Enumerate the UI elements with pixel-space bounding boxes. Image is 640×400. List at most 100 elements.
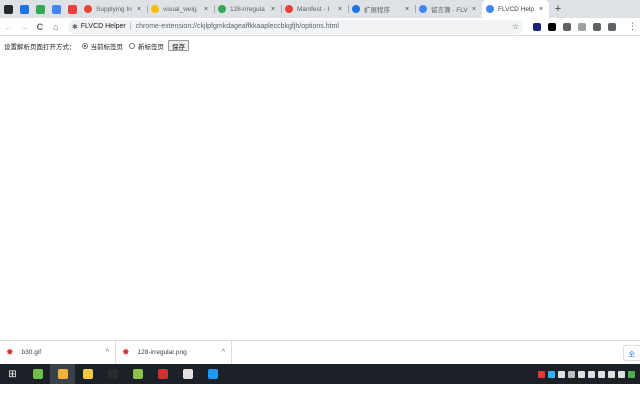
browser-toolbar: ← → C ⌂ ✱ FLVCD Helper | chrome-extensio… <box>0 18 640 36</box>
app-5-icon <box>132 369 143 379</box>
taskbar-app-5[interactable] <box>125 364 150 384</box>
tab-title: 扩展程序 <box>364 7 390 14</box>
tab-icon-red-icon <box>67 4 77 14</box>
app-8-icon <box>207 369 218 379</box>
pinned-tab-tab-icon-green[interactable] <box>32 0 48 18</box>
taskbar-app-4[interactable] <box>100 364 125 384</box>
start-button[interactable]: ⊞ <box>0 364 25 384</box>
close-icon[interactable]: × <box>470 6 478 13</box>
download-filename: b30.gif <box>21 349 42 356</box>
app-6-icon <box>157 369 168 379</box>
tab-title: 留言簿 - FLV <box>431 7 468 14</box>
tray-icon-1[interactable] <box>546 364 556 384</box>
ext-6-icon[interactable] <box>604 18 619 36</box>
taskbar-app-2[interactable] <box>50 364 75 384</box>
ext-2-icon[interactable] <box>544 18 559 36</box>
close-icon[interactable]: × <box>537 6 545 13</box>
tab-4[interactable]: 扩展程序 × <box>348 0 415 18</box>
favicon-icon <box>352 5 360 13</box>
download-shelf: ✸ b30.gif ^ ✸ 128-irregular.png ^ 全 <box>0 340 640 365</box>
tray-icon-5[interactable] <box>586 364 596 384</box>
tray-icon-8[interactable] <box>616 364 626 384</box>
download-filename: 128-irregular.png <box>137 349 187 356</box>
app-7-icon <box>182 369 193 379</box>
open-mode-label: 设置解析页面打开方式： <box>4 43 76 51</box>
new-tab-button[interactable]: + <box>549 0 567 18</box>
chevron-up-icon[interactable]: ^ <box>106 349 109 356</box>
bookmark-star-icon[interactable]: ☆ <box>512 22 519 31</box>
close-icon[interactable]: × <box>336 6 344 13</box>
favicon-icon <box>419 5 427 13</box>
tab-icon-green-icon <box>35 4 45 14</box>
close-icon[interactable]: × <box>202 6 210 13</box>
app-3-icon <box>82 369 93 379</box>
file-type-icon: ✸ <box>122 347 130 357</box>
tab-title: Supplying In <box>96 5 132 13</box>
back-button[interactable]: ← <box>0 18 16 36</box>
favicon-icon <box>218 5 226 13</box>
tab-5[interactable]: 留言簿 - FLV × <box>415 0 482 18</box>
radio-new-tab[interactable] <box>129 42 135 49</box>
extensions-bar <box>529 18 619 36</box>
ext-5-icon[interactable] <box>589 18 604 36</box>
ext-3-icon[interactable] <box>559 18 574 36</box>
close-icon[interactable]: × <box>403 6 411 13</box>
pinned-tab-tab-icon-lightblue[interactable] <box>48 0 64 18</box>
favicon-icon <box>84 5 92 13</box>
system-tray <box>536 364 640 384</box>
forward-button[interactable]: → <box>16 18 32 36</box>
open-mode-row: 设置解析页面打开方式： 当前标签页 新标签页 保存 <box>4 40 189 51</box>
pinned-tab-github[interactable] <box>0 0 16 18</box>
address-bar[interactable]: ✱ FLVCD Helper | chrome-extension://ckjl… <box>67 19 523 34</box>
extension-puzzle-icon: ✱ <box>71 23 78 31</box>
tray-icon-6[interactable] <box>596 364 606 384</box>
taskbar-app-7[interactable] <box>175 364 200 384</box>
ext-1-icon[interactable] <box>529 18 544 36</box>
windows-taskbar: ⊞ <box>0 364 640 384</box>
app-2-icon <box>57 369 68 379</box>
tab-3[interactable]: Manifest - I × <box>281 0 348 18</box>
taskbar-app-8[interactable] <box>200 364 225 384</box>
taskbar-app-1[interactable] <box>25 364 50 384</box>
radio-new-tab-label: 新标签页 <box>138 43 164 51</box>
home-button[interactable]: ⌂ <box>48 18 64 36</box>
tray-icon-9[interactable] <box>626 364 636 384</box>
download-item[interactable]: ✸ 128-irregular.png ^ <box>116 340 232 365</box>
reload-button[interactable]: C <box>32 18 48 36</box>
tab-2[interactable]: 128-irregula × <box>214 0 281 18</box>
github-icon <box>3 4 13 14</box>
tab-icon-blue-icon <box>19 4 29 14</box>
tab-1[interactable]: visual_weig × <box>147 0 214 18</box>
close-icon[interactable]: × <box>135 6 143 13</box>
pinned-tab-tab-icon-blue[interactable] <box>16 0 32 18</box>
taskbar-app-6[interactable] <box>150 364 175 384</box>
radio-current-tab[interactable] <box>81 42 88 49</box>
tray-icon-2[interactable] <box>556 364 566 384</box>
show-all-button[interactable]: 全 <box>622 344 640 361</box>
favicon-icon <box>151 5 159 13</box>
tab-title: visual_weig <box>163 5 197 13</box>
tab-6[interactable]: FLVCD Help × <box>482 0 549 18</box>
tray-icon-4[interactable] <box>576 364 586 384</box>
tray-icon-0[interactable] <box>536 364 546 384</box>
app-4-icon <box>107 369 118 379</box>
tab-icon-lightblue-icon <box>51 4 61 14</box>
save-button[interactable]: 保存 <box>168 40 189 51</box>
pinned-tab-tab-icon-red[interactable] <box>64 0 80 18</box>
screen-bottom-area <box>0 384 640 400</box>
tab-0[interactable]: Supplying In × <box>80 0 147 18</box>
ext-4-icon[interactable] <box>574 18 589 36</box>
close-icon[interactable]: × <box>269 6 277 13</box>
tray-icon-7[interactable] <box>606 364 616 384</box>
download-item[interactable]: ✸ b30.gif ^ <box>0 340 116 365</box>
taskbar-app-3[interactable] <box>75 364 100 384</box>
tab-strip: Supplying In × visual_weig × 128-irregula × Ma… <box>0 0 640 18</box>
tray-icon-3[interactable] <box>566 364 576 384</box>
favicon-icon <box>486 5 494 13</box>
url-separator: | <box>129 23 132 30</box>
chevron-up-icon[interactable]: ^ <box>222 349 225 356</box>
app-1-icon <box>32 369 43 379</box>
tab-title: 128-irregula <box>230 5 265 13</box>
url-text: chrome-extension://ckjlpfgmkdageaffkkaap… <box>135 23 339 30</box>
menu-icon[interactable]: ⋮ <box>625 18 640 36</box>
